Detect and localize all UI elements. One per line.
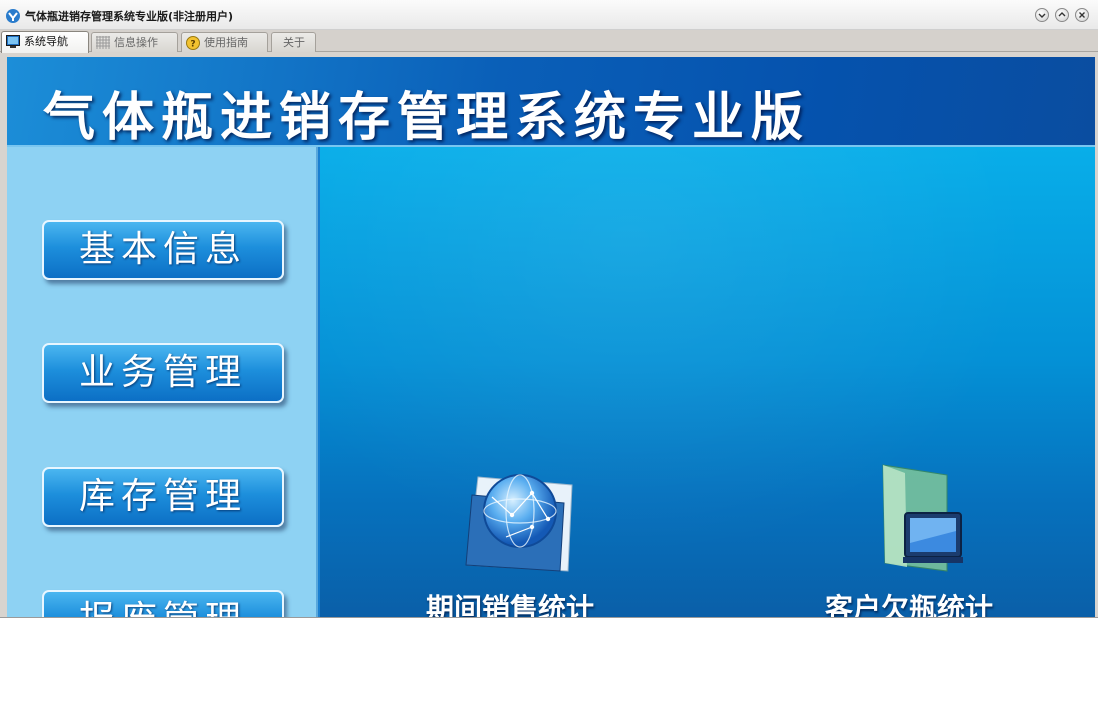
globe-icon xyxy=(460,467,580,581)
navigation-panel: 气体瓶进销存管理系统专业版 基本信息 业务管理 库存管理 报废管理 xyxy=(7,57,1095,618)
close-button[interactable] xyxy=(1075,8,1089,22)
sidebar-item-basic-info[interactable]: 基本信息 xyxy=(42,220,284,280)
banner: 气体瓶进销存管理系统专业版 xyxy=(7,57,1095,148)
tab-bar: 系统导航 信息操作 ? 使用指南 关于 xyxy=(0,30,1098,53)
sidebar-item-inventory-management[interactable]: 库存管理 xyxy=(42,467,284,527)
app-window: 气体瓶进销存管理系统专业版(非注册用户) 系统导航 信息操作 ? 使用指南 关于… xyxy=(0,0,1098,618)
window-title: 气体瓶进销存管理系统专业版(非注册用户) xyxy=(25,10,234,23)
tab-system-navigation[interactable]: 系统导航 xyxy=(1,31,89,53)
tab-label: 关于 xyxy=(283,36,305,49)
tab-label: 使用指南 xyxy=(204,36,248,49)
grid-icon xyxy=(96,36,110,49)
tab-label: 信息操作 xyxy=(114,36,158,49)
banner-title: 气体瓶进销存管理系统专业版 xyxy=(43,88,811,148)
sidebar-item-business-management[interactable]: 业务管理 xyxy=(42,343,284,403)
sidebar: 基本信息 业务管理 库存管理 报废管理 xyxy=(7,147,318,617)
tile-label: 客户欠瓶统计 xyxy=(825,592,994,618)
tab-about[interactable]: 关于 xyxy=(271,32,316,52)
svg-text:?: ? xyxy=(190,40,195,50)
folder-monitor-icon xyxy=(875,463,965,579)
app-logo-icon xyxy=(5,8,21,24)
maximize-button[interactable] xyxy=(1055,8,1069,22)
tab-label: 系统导航 xyxy=(24,35,68,48)
tile-label: 期间销售统计 xyxy=(426,592,595,618)
minimize-button[interactable] xyxy=(1035,8,1049,22)
sidebar-item-scrap-management[interactable]: 报废管理 xyxy=(42,590,284,617)
help-icon: ? xyxy=(186,36,200,50)
tab-user-guide[interactable]: ? 使用指南 xyxy=(181,32,268,52)
title-bar: 气体瓶进销存管理系统专业版(非注册用户) xyxy=(0,0,1098,30)
tab-info-operation[interactable]: 信息操作 xyxy=(91,32,178,52)
main-area: 期间销售统计 客户欠瓶统计 xyxy=(320,147,1095,618)
monitor-icon xyxy=(6,35,20,48)
